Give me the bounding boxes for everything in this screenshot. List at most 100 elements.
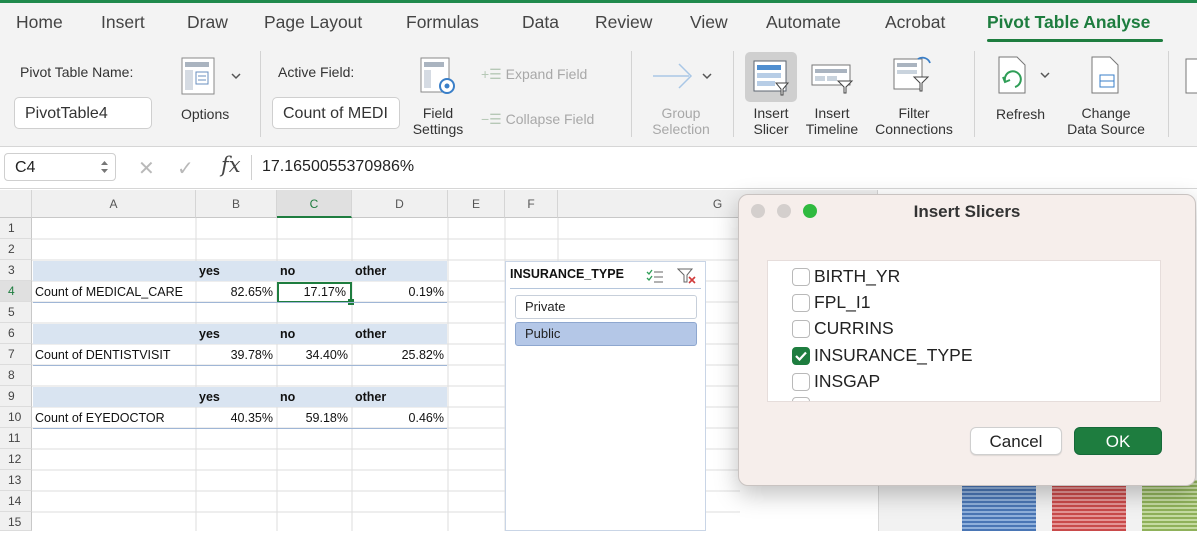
pivot-header-no[interactable]: no — [277, 387, 352, 408]
options-label[interactable]: Options — [181, 106, 229, 122]
function-icon[interactable]: fx — [221, 153, 241, 177]
pivot-header-other[interactable]: other — [352, 324, 448, 345]
insert-slicer-icon[interactable] — [752, 57, 792, 97]
row-header-13[interactable]: 13 — [0, 470, 32, 491]
column-header-d[interactable]: D — [352, 190, 448, 218]
pivot-header-other[interactable]: other — [352, 387, 448, 408]
pivot-header-yes[interactable]: yes — [196, 324, 277, 345]
row-header-5[interactable]: 5 — [0, 302, 32, 323]
change-data-source-label[interactable]: Change Data Source — [1060, 105, 1152, 137]
tab-draw[interactable]: Draw — [187, 12, 228, 33]
ok-button[interactable]: OK — [1074, 427, 1162, 455]
field-settings-label[interactable]: Field Settings — [402, 105, 474, 137]
row-header-10[interactable]: 10 — [0, 407, 32, 428]
pivot-cell-dentist-other[interactable]: 25.82% — [352, 345, 448, 366]
field-label-insgap[interactable]: INSGAP — [814, 371, 880, 392]
pivot-cell-dentist-no[interactable]: 34.40% — [277, 345, 352, 366]
tab-automate[interactable]: Automate — [766, 12, 841, 33]
row-header-15[interactable]: 15 — [0, 512, 32, 531]
pivot-header-no[interactable]: no — [277, 324, 352, 345]
checkbox-fpl-i1[interactable] — [792, 294, 810, 312]
row-header-3[interactable]: 3 — [0, 260, 32, 281]
refresh-label[interactable]: Refresh — [996, 106, 1045, 122]
checkbox-next-partial[interactable] — [792, 397, 810, 401]
row-header-11[interactable]: 11 — [0, 428, 32, 449]
clear-filter-icon[interactable] — [677, 267, 697, 285]
row-header-6[interactable]: 6 — [0, 323, 32, 344]
insert-timeline-icon[interactable] — [810, 59, 856, 95]
tab-home[interactable]: Home — [16, 12, 63, 33]
expand-field-button[interactable]: +☰ Expand Field — [481, 66, 587, 83]
cancel-button[interactable]: Cancel — [970, 427, 1062, 455]
tab-data[interactable]: Data — [522, 12, 559, 33]
filter-connections-label[interactable]: Filter Connections — [867, 105, 961, 137]
pivot-cell-medical-no-selected[interactable]: 17.17% — [277, 282, 352, 303]
checkbox-insurance-type[interactable] — [792, 347, 810, 365]
row-header-2[interactable]: 2 — [0, 239, 32, 260]
group-selection-icon[interactable] — [651, 58, 717, 94]
column-header-b[interactable]: B — [196, 190, 277, 218]
column-header-a[interactable]: A — [32, 190, 196, 218]
tab-page-layout[interactable]: Page Layout — [264, 12, 362, 33]
filter-connections-icon[interactable] — [892, 53, 938, 95]
tab-view[interactable]: View — [690, 12, 728, 33]
formula-input[interactable]: 17.1650055370986% — [262, 158, 414, 176]
pivot-cell-eye-other[interactable]: 0.46% — [352, 408, 448, 429]
insert-slicer-label[interactable]: Insert Slicer — [741, 105, 801, 137]
row-header-14[interactable]: 14 — [0, 491, 32, 512]
pivot-cell-medical-yes[interactable]: 82.65% — [196, 282, 277, 303]
checkbox-birth-yr[interactable] — [792, 268, 810, 286]
confirm-entry-icon[interactable]: ✓ — [177, 156, 194, 181]
pivot-table-name-input[interactable]: PivotTable4 — [14, 97, 152, 129]
slicer-item-public[interactable]: Public — [515, 322, 697, 346]
pivot-header-yes[interactable]: yes — [196, 261, 277, 282]
tab-formulas[interactable]: Formulas — [406, 12, 479, 33]
pivot-header-yes[interactable]: yes — [196, 387, 277, 408]
tab-insert[interactable]: Insert — [101, 12, 145, 33]
collapse-field-button[interactable]: −☰ Collapse Field — [481, 111, 594, 128]
pivot-header-other[interactable]: other — [352, 261, 448, 282]
tab-pivot-table-analyse[interactable]: Pivot Table Analyse — [987, 12, 1150, 33]
field-settings-icon[interactable] — [419, 56, 459, 98]
multi-select-icon[interactable] — [646, 268, 664, 284]
checkbox-currins[interactable] — [792, 320, 810, 338]
group-selection-label[interactable]: Group Selection — [643, 105, 719, 137]
row-header-4[interactable]: 4 — [0, 281, 32, 302]
field-label-birth-yr[interactable]: BIRTH_YR — [814, 266, 900, 287]
insurance-type-slicer[interactable]: INSURANCE_TYPE Private Public — [505, 261, 706, 531]
row-header-12[interactable]: 12 — [0, 449, 32, 470]
field-label-fpl-i1[interactable]: FPL_I1 — [814, 292, 870, 313]
active-field-input[interactable]: Count of MEDI — [272, 97, 400, 129]
change-data-source-icon[interactable] — [1088, 55, 1124, 99]
slicer-field-list[interactable]: BIRTH_YR FPL_I1 CURRINS INSURANCE_TYPE I… — [767, 260, 1161, 402]
pivot-header-no[interactable]: no — [277, 261, 352, 282]
name-box[interactable]: C4 — [4, 153, 116, 181]
active-tab-indicator — [987, 39, 1163, 42]
checkbox-insgap[interactable] — [792, 373, 810, 391]
refresh-icon[interactable] — [995, 55, 1055, 99]
field-label-insurance-type[interactable]: INSURANCE_TYPE — [814, 345, 973, 366]
row-header-9[interactable]: 9 — [0, 386, 32, 407]
row-header-8[interactable]: 8 — [0, 365, 32, 386]
insert-timeline-label[interactable]: Insert Timeline — [801, 105, 863, 137]
pivot-cell-medical-other[interactable]: 0.19% — [352, 282, 448, 303]
pivot-cell-eye-yes[interactable]: 40.35% — [196, 408, 277, 429]
pivot-row-label-eyedoctor[interactable]: Count of EYEDOCTOR — [32, 408, 196, 429]
pivot-row-label-dentistvisit[interactable]: Count of DENTISTVISIT — [32, 345, 196, 366]
tab-acrobat[interactable]: Acrobat — [885, 12, 945, 33]
field-label-currins[interactable]: CURRINS — [814, 318, 894, 339]
pivot-cell-eye-no[interactable]: 59.18% — [277, 408, 352, 429]
pivot-row-label-medical-care[interactable]: Count of MEDICAL_CARE — [32, 282, 196, 303]
tab-review[interactable]: Review — [595, 12, 652, 33]
name-box-stepper-icon[interactable] — [100, 159, 109, 175]
column-header-e[interactable]: E — [448, 190, 505, 218]
pivot-cell-dentist-yes[interactable]: 39.78% — [196, 345, 277, 366]
options-icon[interactable] — [180, 56, 242, 96]
column-header-f[interactable]: F — [505, 190, 558, 218]
select-all-corner[interactable] — [0, 190, 32, 218]
row-header-1[interactable]: 1 — [0, 218, 32, 239]
row-header-7[interactable]: 7 — [0, 344, 32, 365]
slicer-item-private[interactable]: Private — [515, 295, 697, 319]
column-header-c[interactable]: C — [277, 190, 352, 218]
cancel-entry-icon[interactable]: ✕ — [138, 156, 155, 181]
